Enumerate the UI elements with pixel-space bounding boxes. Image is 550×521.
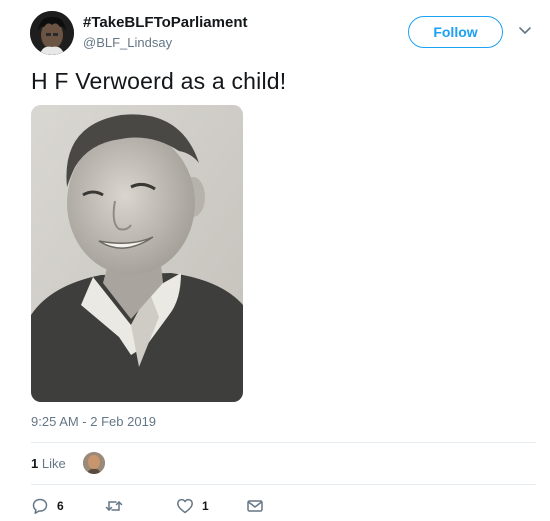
like-button[interactable]: 1 [176,497,209,515]
author-handle[interactable]: @BLF_Lindsay [83,35,172,50]
direct-message-button[interactable] [246,497,264,515]
author-avatar[interactable] [30,11,74,55]
reply-button[interactable]: 6 [31,497,64,515]
tweet-card: #TakeBLFToParliament @BLF_Lindsay Follow… [0,0,550,521]
retweet-icon [105,501,123,511]
divider [31,484,536,485]
chevron-down-icon[interactable] [518,26,532,36]
heart-icon [177,498,193,514]
author-display-name[interactable]: #TakeBLFToParliament [83,14,248,31]
likes-summary[interactable]: 1 Like [31,456,66,471]
retweet-button[interactable] [105,497,123,515]
tweet-text: H F Verwoerd as a child! [31,68,287,94]
reply-count: 6 [57,499,64,513]
tweet-photo[interactable] [31,105,243,402]
likes-count: 1 [31,456,39,471]
liker-avatar[interactable] [83,452,105,474]
reply-icon [32,498,48,514]
tweet-timestamp[interactable]: 9:25 AM - 2 Feb 2019 [31,414,156,429]
like-count: 1 [202,499,209,513]
follow-button[interactable]: Follow [408,16,503,48]
divider [31,442,536,443]
likes-label: Like [41,456,66,471]
envelope-icon [247,500,263,512]
